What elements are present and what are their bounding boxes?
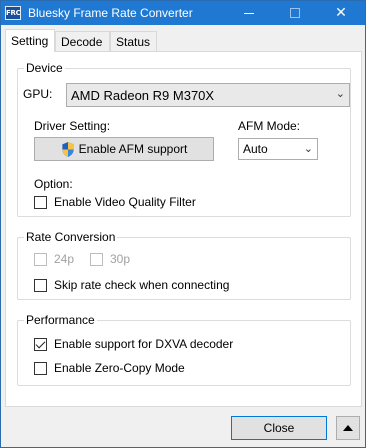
app-window: FRC Bluesky Frame Rate Converter ✕ Setti… — [0, 0, 366, 448]
skip-rate-check-label: Skip rate check when connecting — [54, 278, 230, 292]
window-title: Bluesky Frame Rate Converter — [28, 6, 193, 20]
rate-30p-checkbox[interactable]: 30p — [90, 252, 130, 266]
triangle-up-icon — [343, 425, 353, 431]
title-bar[interactable]: FRC Bluesky Frame Rate Converter ✕ — [1, 1, 365, 25]
performance-group: Performance Enable support for DXVA deco… — [17, 313, 351, 386]
device-group: Device GPU: AMD Radeon R9 M370X ⌄ Driver… — [17, 61, 351, 217]
zero-copy-label: Enable Zero-Copy Mode — [54, 361, 185, 375]
afm-mode-value: Auto — [243, 142, 268, 156]
option-label: Option: — [34, 177, 73, 191]
gpu-label: GPU: — [23, 87, 53, 101]
chevron-down-icon: ⌄ — [303, 142, 313, 155]
chevron-down-icon: ⌄ — [335, 87, 345, 100]
skip-rate-check-checkbox[interactable]: Skip rate check when connecting — [34, 278, 229, 292]
gpu-select[interactable]: AMD Radeon R9 M370X ⌄ — [66, 83, 350, 107]
rate-24p-checkbox[interactable]: 24p — [34, 252, 74, 266]
setting-panel: Device GPU: AMD Radeon R9 M370X ⌄ Driver… — [5, 51, 362, 407]
enable-afm-label: Enable AFM support — [78, 142, 188, 156]
rate-24p-label: 24p — [54, 252, 75, 266]
close-button[interactable]: Close — [231, 416, 327, 440]
dxva-checkbox[interactable]: Enable support for DXVA decoder — [34, 337, 233, 351]
video-quality-filter-label: Enable Video Quality Filter — [54, 195, 196, 209]
collapse-button[interactable] — [336, 416, 360, 440]
checkbox-box — [34, 195, 47, 209]
device-group-label: Device — [24, 61, 65, 75]
tab-decode[interactable]: Decode — [55, 31, 110, 51]
maximize-button[interactable] — [272, 1, 318, 25]
close-icon: ✕ — [335, 5, 347, 21]
video-quality-filter-checkbox[interactable]: Enable Video Quality Filter — [34, 195, 196, 209]
minimize-icon — [244, 12, 254, 14]
driver-setting-label: Driver Setting: — [34, 119, 111, 133]
zero-copy-checkbox[interactable]: Enable Zero-Copy Mode — [34, 361, 185, 375]
dxva-label: Enable support for DXVA decoder — [54, 337, 234, 351]
gpu-select-value: AMD Radeon R9 M370X — [71, 87, 215, 103]
tab-status[interactable]: Status — [110, 31, 157, 51]
tab-setting[interactable]: Setting — [5, 29, 55, 52]
rate-30p-label: 30p — [110, 252, 131, 266]
afm-mode-select[interactable]: Auto ⌄ — [238, 138, 318, 160]
enable-afm-button[interactable]: Enable AFM support — [34, 137, 214, 161]
checkbox-box — [90, 252, 103, 266]
maximize-icon — [290, 8, 300, 18]
checkbox-box — [34, 252, 47, 266]
close-window-button[interactable]: ✕ — [318, 1, 364, 25]
afm-mode-label: AFM Mode: — [238, 119, 301, 133]
uac-shield-icon — [62, 141, 74, 157]
checkbox-box — [34, 278, 47, 292]
app-icon: FRC — [5, 6, 21, 20]
performance-group-label: Performance — [24, 313, 97, 327]
checkbox-box-checked — [34, 337, 47, 351]
rate-conversion-group-label: Rate Conversion — [24, 230, 118, 244]
rate-conversion-group: Rate Conversion 24p 30p Skip rate check … — [17, 230, 351, 300]
minimize-button[interactable] — [226, 1, 272, 25]
checkbox-box — [34, 361, 47, 375]
